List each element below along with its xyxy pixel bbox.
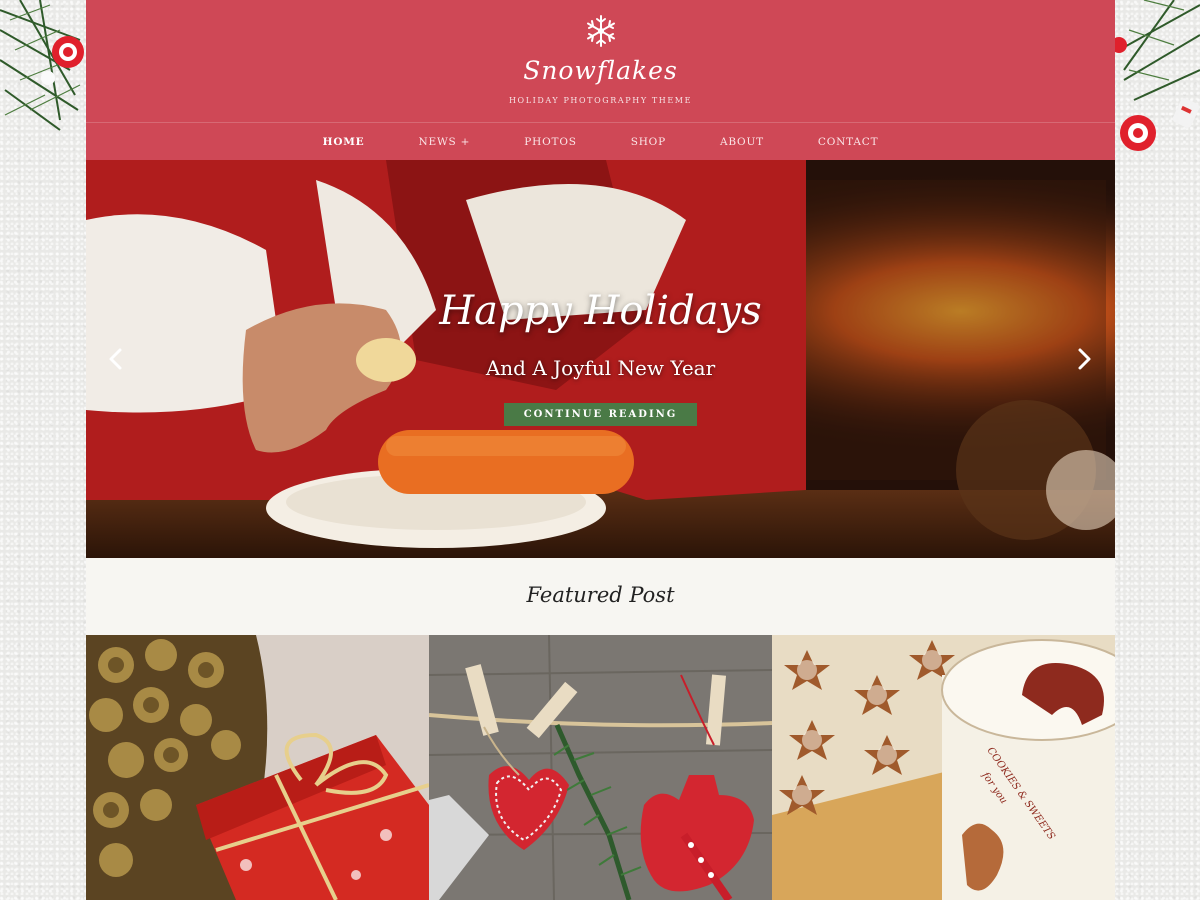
- chevron-right-icon[interactable]: [1074, 346, 1094, 372]
- clothespin-ornaments-photo: [429, 635, 772, 900]
- nav-item-about[interactable]: ABOUT: [720, 136, 764, 148]
- featured-card-cookies[interactable]: COOKIES & SWEETS for you: [772, 635, 1115, 900]
- hero-santa-photo: [86, 160, 1115, 558]
- snowflake-icon: [586, 15, 615, 47]
- gift-and-pinecones-photo: [86, 635, 429, 900]
- featured-card-ornaments[interactable]: [429, 635, 772, 900]
- nav-item-contact[interactable]: CONTACT: [818, 136, 878, 148]
- masthead: Snowflakes HOLIDAY PHOTOGRAPHY THEME: [86, 0, 1115, 122]
- star-cookies-tin-photo: COOKIES & SWEETS for you: [772, 635, 1115, 900]
- nav-item-photos[interactable]: PHOTOS: [524, 136, 576, 148]
- featured-card-gift[interactable]: [86, 635, 429, 900]
- site-tagline: HOLIDAY PHOTOGRAPHY THEME: [508, 96, 693, 105]
- chevron-left-icon[interactable]: [106, 346, 126, 372]
- site-title[interactable]: Snowflakes: [86, 56, 1115, 85]
- main-navigation: HOME NEWS + PHOTOS SHOP ABOUT CONTACT: [86, 122, 1115, 160]
- nav-item-home[interactable]: HOME: [323, 136, 365, 148]
- site-wrapper: Snowflakes HOLIDAY PHOTOGRAPHY THEME HOM…: [86, 0, 1115, 900]
- nav-item-news[interactable]: NEWS +: [419, 136, 471, 148]
- pine-branch-decoration-right: [1114, 0, 1200, 151]
- pine-branch-decoration-left: [0, 0, 84, 131]
- featured-post-heading: Featured Post: [526, 583, 675, 607]
- hero-slider: [86, 160, 1115, 558]
- nav-item-shop[interactable]: SHOP: [631, 136, 666, 148]
- continue-reading-button[interactable]: CONTINUE READING: [504, 403, 697, 426]
- featured-cards: COOKIES & SWEETS for you: [86, 635, 1115, 900]
- featured-post-band: Featured Post: [86, 558, 1115, 635]
